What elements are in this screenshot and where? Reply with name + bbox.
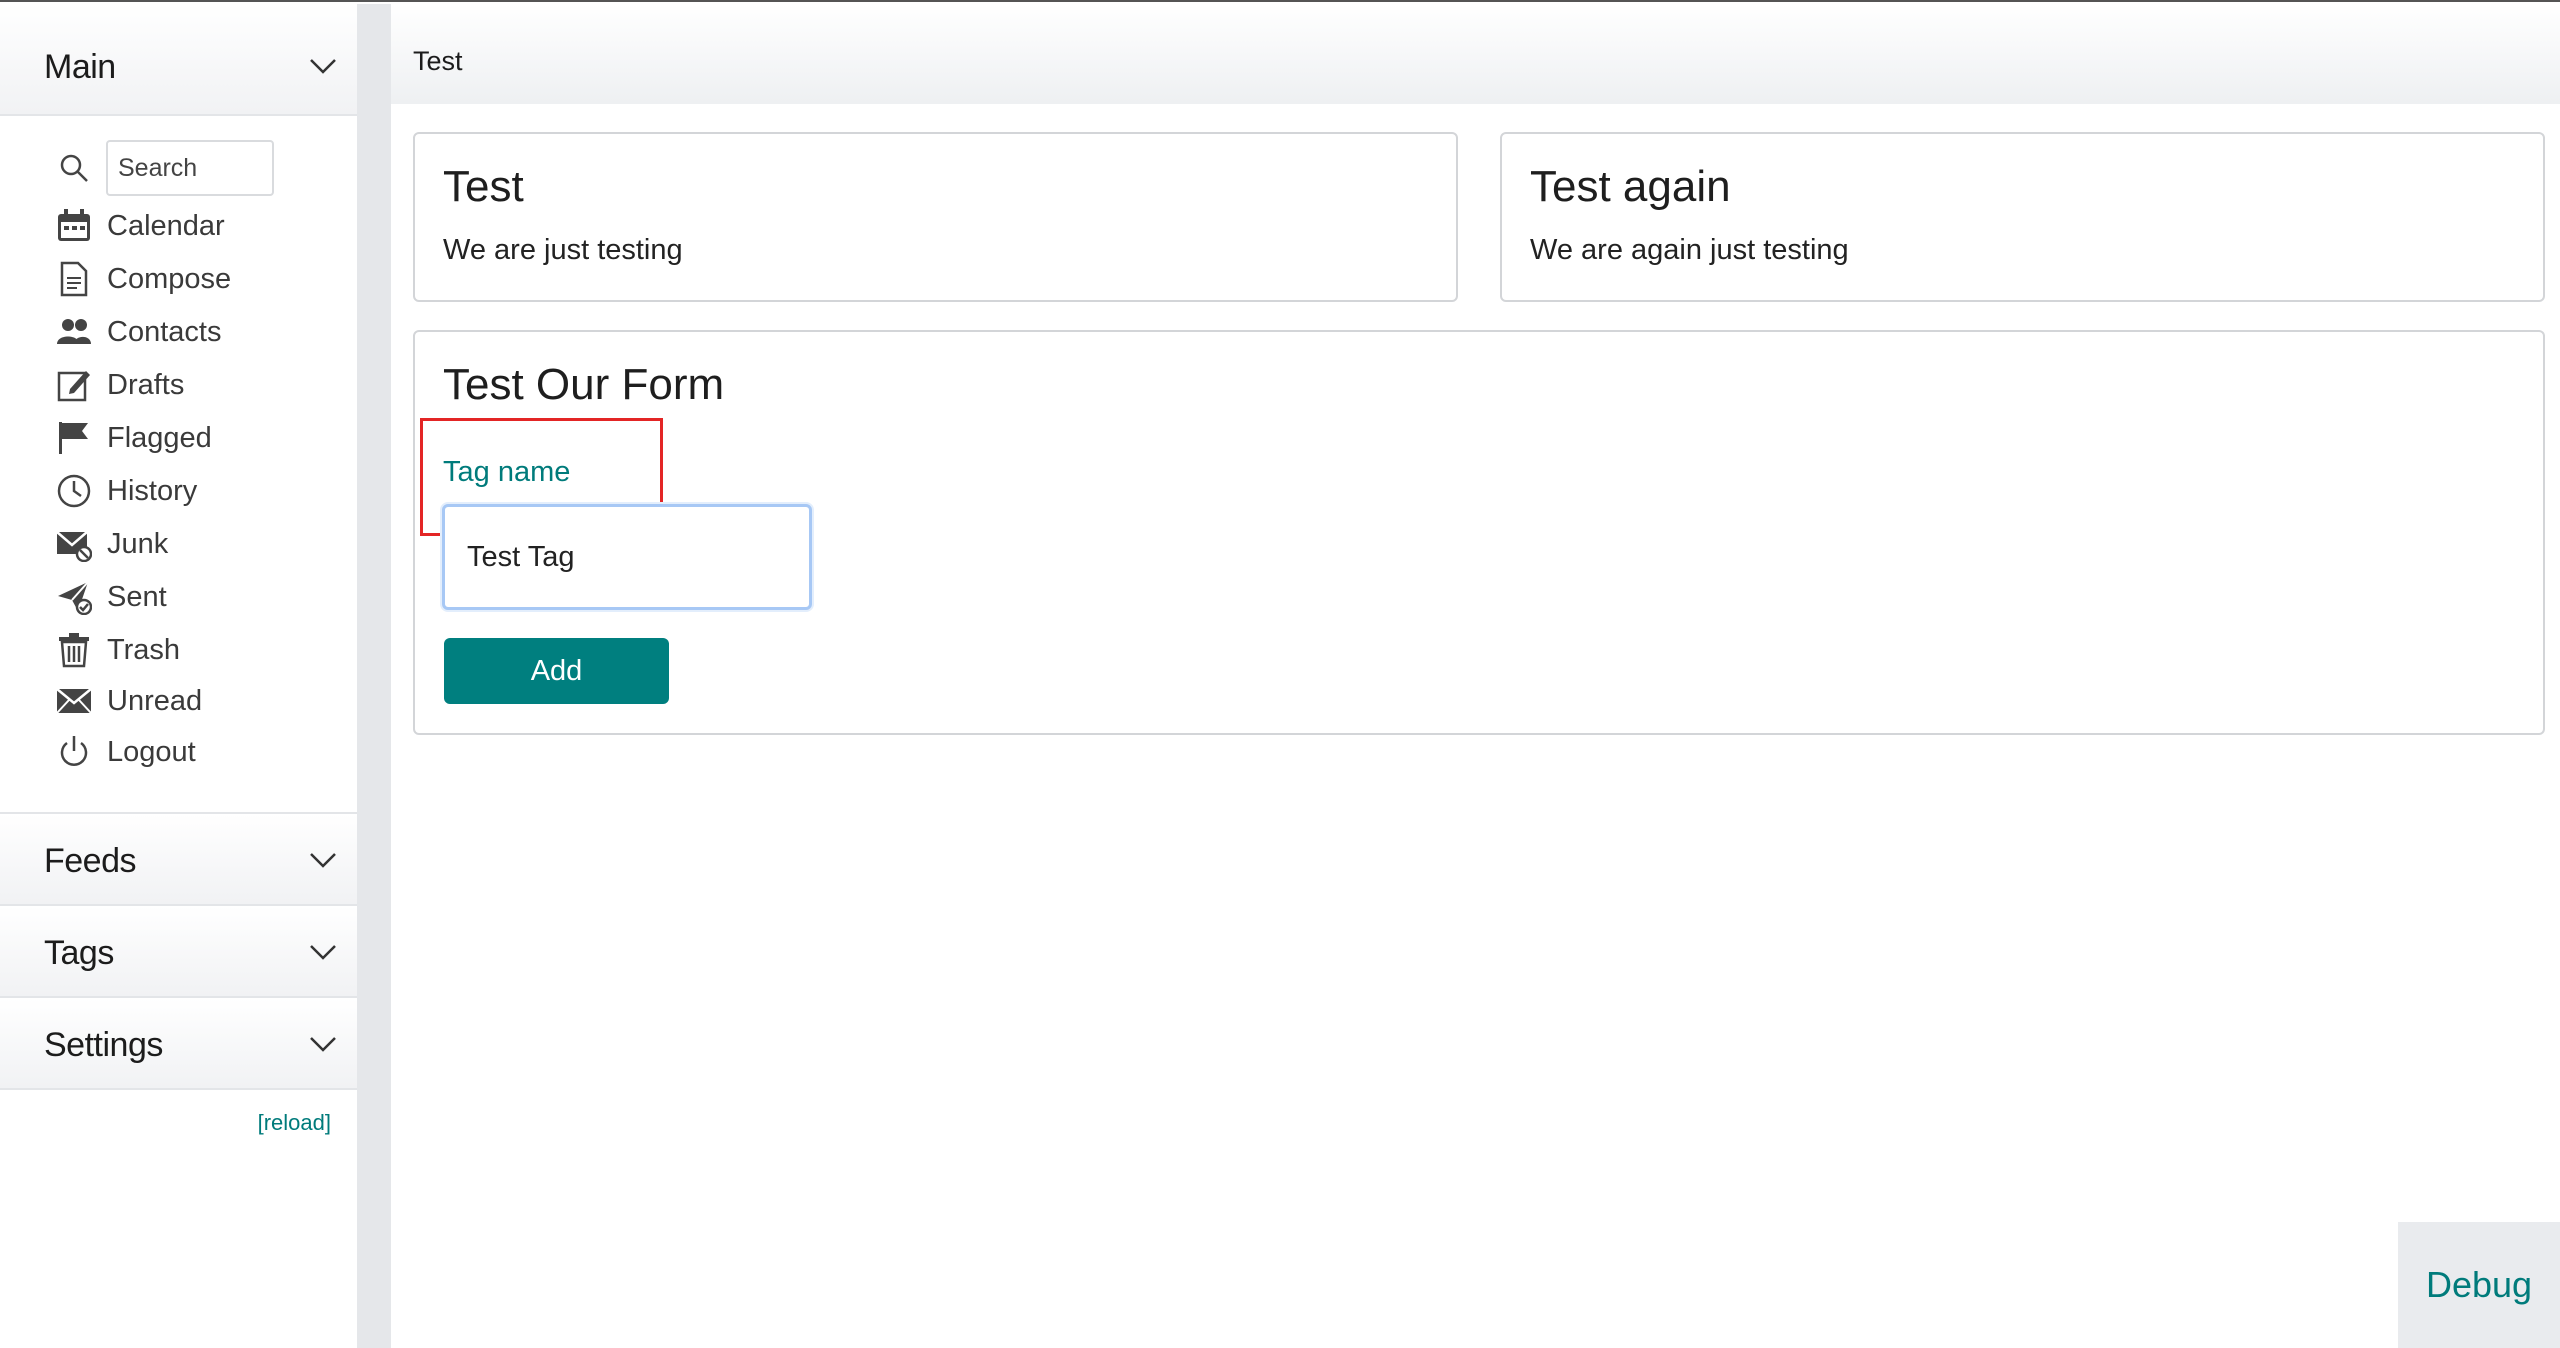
junk-mail-icon — [56, 526, 92, 562]
chevron-down-icon[interactable] — [305, 48, 341, 84]
sidebar-item-label: Contacts — [107, 316, 222, 348]
form-title: Test Our Form — [443, 360, 725, 409]
section-feeds[interactable]: Feeds — [0, 812, 357, 906]
sidebar-item-history[interactable]: History — [56, 469, 336, 519]
add-button[interactable]: Add — [444, 638, 669, 704]
sidebar-item-junk[interactable]: Junk — [56, 522, 336, 572]
section-feeds-title: Feeds — [44, 842, 137, 880]
card-test: Test We are just testing — [413, 132, 1458, 302]
section-main-title: Main — [44, 48, 116, 86]
sidebar-item-label: Junk — [107, 528, 169, 560]
content-header: Test — [391, 4, 2560, 104]
sidebar-item-flagged[interactable]: Flagged — [56, 416, 336, 466]
sidebar-item-label: Unread — [107, 685, 203, 717]
card-test-again: Test again We are again just testing — [1500, 132, 2545, 302]
debug-button[interactable]: Debug — [2398, 1222, 2560, 1348]
sidebar-item-trash[interactable]: Trash — [56, 628, 336, 678]
page-title: Test — [413, 46, 463, 76]
card-text: We are again just testing — [1530, 234, 1849, 266]
search-row — [58, 140, 288, 196]
section-settings-title: Settings — [44, 1026, 163, 1064]
section-tags-title: Tags — [44, 934, 114, 972]
sidebar-splitter[interactable] — [357, 4, 391, 1348]
section-main[interactable]: Main — [0, 4, 357, 116]
tag-name-input[interactable] — [442, 504, 812, 610]
trash-icon — [56, 632, 92, 668]
flag-icon — [56, 420, 92, 456]
reload-link[interactable]: [reload] — [258, 1110, 331, 1136]
sidebar-item-label: Drafts — [107, 369, 185, 401]
sidebar-item-contacts[interactable]: Contacts — [56, 310, 336, 360]
sent-icon — [56, 579, 92, 615]
sidebar-item-calendar[interactable]: Calendar — [56, 204, 336, 254]
sidebar-item-label: Calendar — [107, 210, 225, 242]
sidebar-item-unread[interactable]: Unread — [56, 679, 336, 729]
chevron-down-icon[interactable] — [305, 934, 341, 970]
app-window: Main Calendar Compose — [0, 0, 2560, 1348]
sidebar-item-sent[interactable]: Sent — [56, 575, 336, 625]
card-title: Test again — [1530, 162, 1731, 211]
sidebar-item-label: Trash — [107, 634, 181, 666]
calendar-icon — [56, 208, 92, 244]
sidebar-item-label: Logout — [107, 736, 196, 768]
envelope-icon — [56, 683, 92, 719]
search-input[interactable] — [106, 140, 274, 196]
card-title: Test — [443, 162, 524, 211]
sidebar-item-label: History — [107, 475, 198, 507]
sidebar-item-logout[interactable]: Logout — [56, 730, 336, 780]
edit-icon — [56, 367, 92, 403]
sidebar-item-compose[interactable]: Compose — [56, 257, 336, 307]
sidebar-item-label: Sent — [107, 581, 167, 613]
sidebar-item-label: Compose — [107, 263, 232, 295]
sidebar: Main Calendar Compose — [0, 4, 357, 1348]
clock-icon — [56, 473, 92, 509]
section-settings[interactable]: Settings — [0, 998, 357, 1090]
chevron-down-icon[interactable] — [305, 1026, 341, 1062]
people-icon — [56, 314, 92, 350]
sidebar-item-label: Flagged — [107, 422, 212, 454]
chevron-down-icon[interactable] — [305, 842, 341, 878]
sidebar-item-drafts[interactable]: Drafts — [56, 363, 336, 413]
section-tags[interactable]: Tags — [0, 906, 357, 998]
card-text: We are just testing — [443, 234, 683, 266]
power-icon — [56, 734, 92, 770]
document-icon — [56, 261, 92, 297]
search-icon — [58, 152, 90, 184]
